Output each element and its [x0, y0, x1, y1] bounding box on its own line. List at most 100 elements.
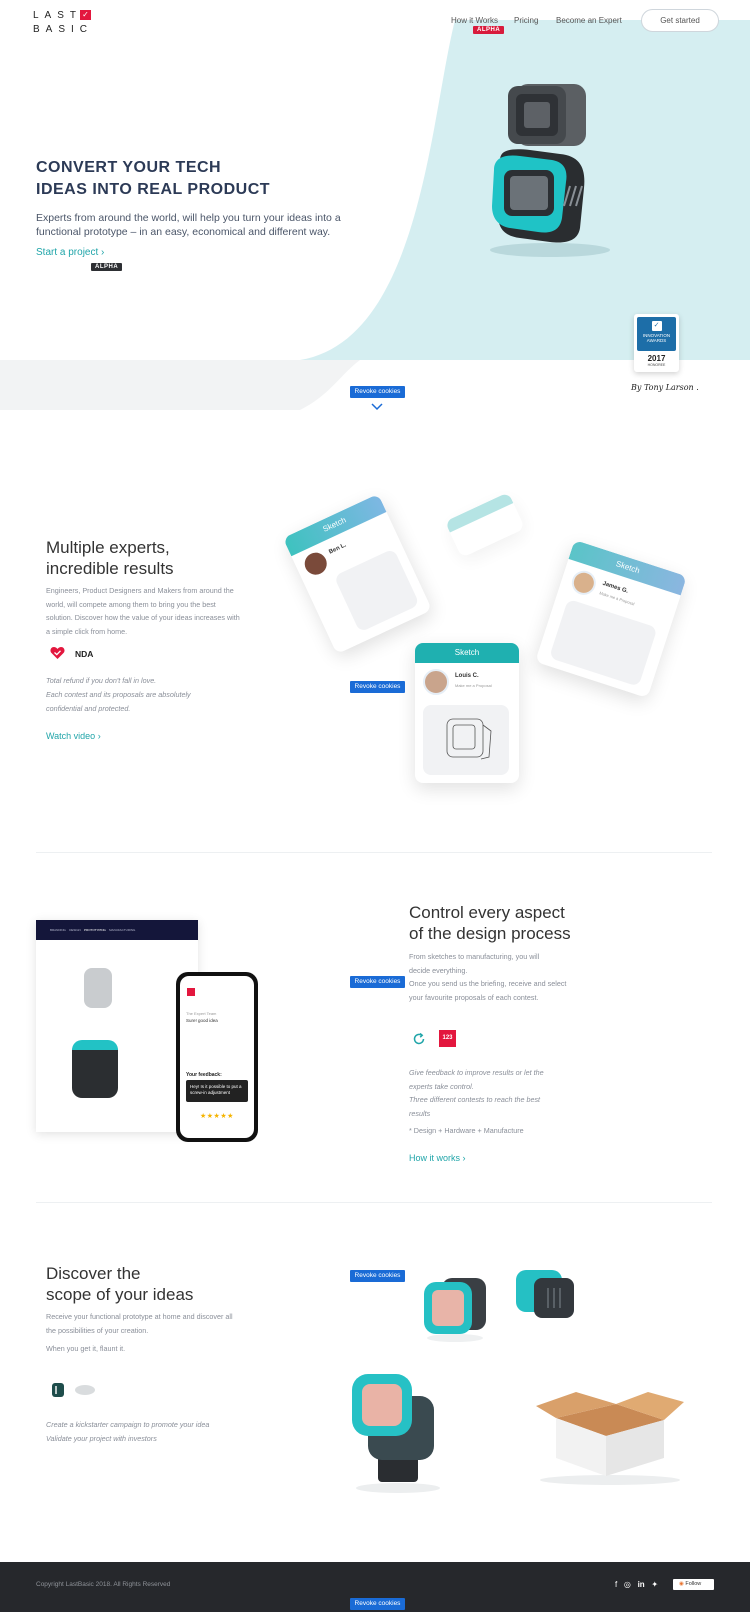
- instagram-icon[interactable]: ◎: [624, 1580, 631, 1589]
- nav-how-it-works[interactable]: How it Works: [451, 16, 498, 25]
- sketch-preview: [548, 598, 658, 687]
- avatar: [301, 549, 331, 579]
- how-it-works-link[interactable]: How it works ›: [409, 1153, 466, 1163]
- section-divider: [36, 1202, 712, 1203]
- revoke-cookies-button[interactable]: Revoke cookies: [350, 1598, 405, 1610]
- investors-icon: [75, 1385, 95, 1395]
- phone-feedback-bubble: Hey! Is it possible to put a screw-in ad…: [186, 1080, 248, 1102]
- award-check-icon: ✓: [651, 321, 662, 331]
- facebook-icon[interactable]: f: [615, 1580, 617, 1589]
- kickstarter-icon: [52, 1383, 64, 1397]
- product-photo-front: [424, 1278, 486, 1342]
- revoke-cookies-button[interactable]: Revoke cookies: [350, 976, 405, 988]
- linkedin-icon[interactable]: in: [638, 1580, 645, 1589]
- product-render: [72, 1040, 118, 1098]
- discover-italic-2: Validate your project with investors: [46, 1434, 157, 1443]
- expert-role: Make me a Proposal: [598, 590, 636, 607]
- award-honoree: HONOREE: [647, 363, 666, 367]
- control-plain-line: * Design + Hardware + Manufacture: [409, 1126, 524, 1135]
- control-title: Control every aspect of the design proce…: [409, 902, 571, 944]
- sketch-drawing: [446, 718, 492, 760]
- start-project-alpha-badge: ALPHA: [91, 263, 123, 271]
- logo[interactable]: LAST BASIC ✓: [33, 10, 94, 35]
- award-panel: ✓ INNOVATION AWARDS: [637, 317, 676, 351]
- social-links: f ◎ in ✦: [615, 1580, 658, 1589]
- phone-mockup: The Expert Team Sure! good idea Your fee…: [176, 972, 258, 1142]
- card-header: [444, 492, 514, 533]
- copyright: Copyright LastBasic 2018. All Rights Res…: [36, 1581, 171, 1588]
- footer: Copyright LastBasic 2018. All Rights Res…: [0, 1562, 750, 1612]
- avatar: [568, 567, 599, 598]
- follow-label: Follow: [685, 1581, 702, 1587]
- hero-product-image: [490, 84, 610, 257]
- get-started-button[interactable]: Get started: [641, 9, 719, 32]
- dashboard-mockup: BRANDING DESIGN PROTOTYPING MANUFACTURIN…: [36, 920, 198, 1132]
- experts-title: Multiple experts, incredible results: [46, 537, 174, 579]
- revoke-cookies-button[interactable]: Revoke cookies: [350, 386, 405, 398]
- dashboard-tab[interactable]: BRANDING: [50, 928, 66, 932]
- shipping-box-image: [536, 1392, 684, 1485]
- heart-icon: [50, 647, 65, 659]
- start-project-link[interactable]: Start a project ›: [36, 247, 104, 258]
- follow-icon: ◉: [679, 1581, 684, 1587]
- nda-label: NDA: [75, 649, 94, 659]
- discover-italic-1: Create a kickstarter campaign to promote…: [46, 1420, 210, 1429]
- section-divider: [36, 852, 712, 853]
- discover-flaunt: When you get it, flaunt it.: [46, 1344, 126, 1353]
- logo-line2: BASIC: [33, 24, 94, 35]
- card-header: Sketch: [415, 643, 519, 663]
- experts-description: Engineers, Product Designers and Makers …: [46, 586, 240, 636]
- phone-expert-label: The Expert Team: [186, 1011, 217, 1016]
- product-thumbnail: [84, 968, 112, 1008]
- discover-title-line1: Discover the: [46, 1264, 141, 1283]
- dashboard-tab[interactable]: DESIGN: [69, 928, 81, 932]
- expert-card[interactable]: Sketch Ben L.: [282, 493, 433, 655]
- phone-comment: Sure! good idea: [186, 1018, 218, 1023]
- dashboard-tab[interactable]: MANUFACTURING: [109, 928, 135, 932]
- expert-card[interactable]: Sketch James G. Make me a Proposal: [535, 539, 687, 699]
- discover-description: Receive your functional prototype at hom…: [46, 1312, 233, 1335]
- experts-italic-2: Each contest and its proposals are absol…: [46, 690, 191, 713]
- control-description-2: Once you send us the briefing, receive a…: [409, 979, 567, 1002]
- product-photo-side: [516, 1270, 574, 1318]
- award-year: 2017: [647, 354, 666, 363]
- twitter-icon[interactable]: ✦: [651, 1580, 658, 1589]
- experts-title-line2: incredible results: [46, 559, 174, 578]
- expert-name: Ben L.: [328, 542, 348, 556]
- sketch-preview: [423, 705, 509, 775]
- expert-card[interactable]: Sketch Louis C. Make me a Proposal ✓: [415, 643, 519, 783]
- discover-title-line2: scope of your ideas: [46, 1285, 194, 1304]
- control-description-1: From sketches to manufacturing, you will…: [409, 952, 540, 975]
- control-title-line2: of the design process: [409, 924, 571, 943]
- revoke-cookies-button[interactable]: Revoke cookies: [350, 1270, 405, 1282]
- hero-title-line1: CONVERT YOUR TECH: [36, 159, 222, 176]
- award-signature: By Tony Larson .: [631, 383, 699, 392]
- dashboard-tab[interactable]: PROTOTYPING: [84, 928, 106, 932]
- expert-card[interactable]: [444, 492, 526, 558]
- hero-description: Experts from around the world, will help…: [36, 212, 341, 238]
- expert-name: Louis C.: [455, 673, 479, 679]
- chevron-down-icon[interactable]: [371, 403, 383, 411]
- product-photo-stand: [352, 1374, 440, 1493]
- refresh-icon: [413, 1032, 425, 1045]
- nav-pricing[interactable]: Pricing: [514, 16, 538, 25]
- app-logo-icon: [187, 988, 195, 996]
- nav-become-expert[interactable]: Become an Expert: [556, 16, 622, 25]
- follow-button[interactable]: ◉ Follow: [673, 1579, 714, 1590]
- rating-stars[interactable]: ★★★★★: [200, 1112, 234, 1120]
- hero-title-line2: IDEAS INTO REAL PRODUCT: [36, 181, 271, 198]
- three-contests-icon: 123: [439, 1030, 456, 1047]
- hero-title: CONVERT YOUR TECH IDEAS INTO REAL PRODUC…: [36, 157, 366, 201]
- dashboard-topbar: BRANDING DESIGN PROTOTYPING MANUFACTURIN…: [36, 920, 198, 940]
- revoke-cookies-button[interactable]: Revoke cookies: [350, 681, 405, 693]
- watch-video-link[interactable]: Watch video ›: [46, 731, 101, 741]
- expert-role: Make me a Proposal: [455, 683, 492, 688]
- experts-title-line1: Multiple experts,: [46, 538, 170, 557]
- logo-check-icon: ✓: [80, 10, 91, 20]
- phone-screen: The Expert Team Sure! good idea Your fee…: [180, 976, 254, 1138]
- control-italic-1: Give feedback to improve results or let …: [409, 1068, 544, 1091]
- avatar: [423, 669, 449, 695]
- control-title-line1: Control every aspect: [409, 903, 565, 922]
- experts-italic-1: Total refund if you don't fall in love.: [46, 676, 157, 685]
- phone-feedback-label: Your feedback:: [186, 1072, 222, 1078]
